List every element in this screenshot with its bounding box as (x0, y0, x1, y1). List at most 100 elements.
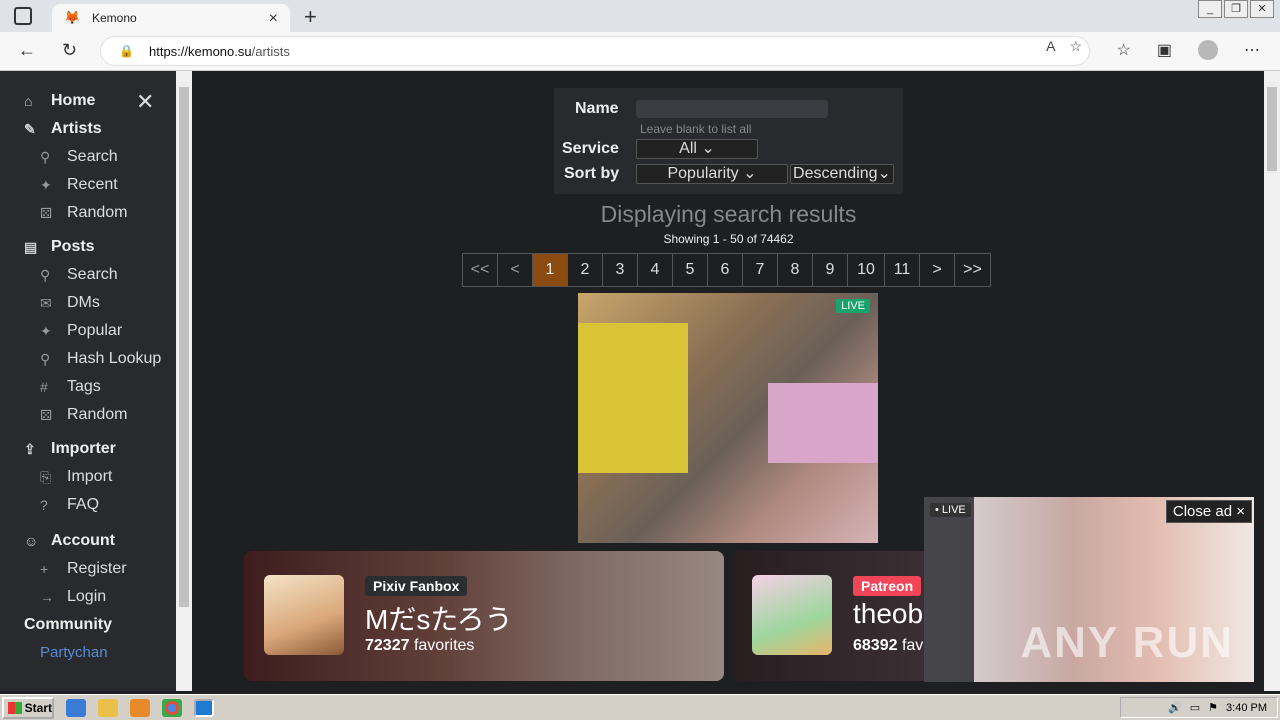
page-3[interactable]: 3 (602, 253, 638, 287)
refresh-icon[interactable]: ↻ (62, 40, 77, 61)
media-player-icon[interactable] (130, 698, 150, 717)
posts-icon: ▤ (24, 238, 38, 255)
sidebar-scrollbar[interactable] (176, 71, 192, 691)
page-10[interactable]: 10 (847, 253, 885, 287)
sidebar-item-artists-search[interactable]: ⚲ Search (0, 143, 176, 171)
sidebar-item-artists-random[interactable]: ⚄ Random (0, 199, 176, 227)
collections-icon[interactable]: ▣ (1157, 40, 1172, 60)
sort-select[interactable]: Popularity ⌄ (636, 164, 788, 184)
close-ad-button[interactable]: Close ad × (1165, 500, 1252, 523)
main-scroll-thumb[interactable] (1267, 87, 1277, 171)
sidebar-item-dms[interactable]: ✉ DMs (0, 289, 176, 317)
name-hint: Leave blank to list all (640, 122, 752, 136)
artist-name: theob (853, 598, 924, 629)
system-tray: 🔊 ▭ ⚑ 3:40 PM (1120, 697, 1278, 718)
toolbar-icons: ☆ ▣ ⋯ (1117, 40, 1260, 60)
page-6[interactable]: 6 (707, 253, 743, 287)
random-icon: ⚄ (40, 204, 53, 221)
network-icon[interactable]: ▭ (1190, 701, 1200, 714)
sidebar-item-posts-random[interactable]: ⚄ Random (0, 401, 176, 429)
sidebar-link-partychan[interactable]: Partychan (0, 639, 176, 667)
page-9[interactable]: 9 (812, 253, 848, 287)
account-icon: ☺ (24, 533, 39, 549)
more-menu-icon[interactable]: ⋯ (1244, 40, 1260, 60)
browser-titlebar: 🦊 Kemono × + _ ❐ ✕ (0, 0, 1280, 32)
read-aloud-icon[interactable]: A (1046, 38, 1055, 55)
start-button[interactable]: Start (2, 696, 54, 719)
volume-icon[interactable]: 🔊 (1168, 701, 1182, 714)
live-badge: LIVE (836, 299, 870, 313)
url-text: https://kemono.su/artists (149, 43, 290, 59)
minimize-icon[interactable]: _ (1198, 0, 1222, 18)
main-scrollbar[interactable] (1264, 71, 1280, 691)
favorites-icon[interactable]: ☆ (1117, 40, 1131, 60)
url-field[interactable]: 🔒 https://kemono.su/artists (100, 36, 1090, 66)
page-11[interactable]: 11 (884, 253, 920, 287)
artist-avatar (264, 575, 344, 655)
name-input[interactable] (636, 100, 828, 118)
sidebar-item-tags[interactable]: # Tags (0, 373, 176, 401)
sidebar-posts[interactable]: ▤ Posts (0, 233, 176, 261)
page-4[interactable]: 4 (637, 253, 673, 287)
sidebar-item-login[interactable]: → Login (0, 583, 176, 611)
edge-icon[interactable] (194, 698, 214, 717)
page-7[interactable]: 7 (742, 253, 778, 287)
sparkle-icon: ✦ (40, 322, 52, 339)
favorites-count: 72327 favorites (365, 637, 475, 654)
artist-avatar (752, 575, 832, 655)
artist-name: Mだsたろう (365, 604, 513, 635)
floating-advertisement[interactable]: • LIVE Close ad × ANY RUN (924, 497, 1254, 682)
new-tab-button[interactable]: + (304, 4, 317, 30)
search-icon: ⚲ (40, 266, 51, 283)
tab-actions-icon[interactable] (14, 7, 32, 25)
sidebar-artists[interactable]: ✎ Artists (0, 115, 176, 143)
page-next[interactable]: > (919, 253, 955, 287)
tab-title: Kemono (92, 11, 137, 25)
sidebar-item-posts-search[interactable]: ⚲ Search (0, 261, 176, 289)
page-5[interactable]: 5 (672, 253, 708, 287)
sidebar-item-popular[interactable]: ✦ Popular (0, 317, 176, 345)
sidebar-item-artists-recent[interactable]: ✦ Recent (0, 171, 176, 199)
search-icon: ⚲ (40, 148, 51, 165)
anyrun-watermark: ANY RUN (1020, 618, 1234, 667)
page-8[interactable]: 8 (777, 253, 813, 287)
chrome-icon[interactable] (162, 698, 182, 717)
profile-avatar[interactable] (1198, 40, 1218, 60)
service-label: Service (562, 140, 619, 157)
browser-tab[interactable]: 🦊 Kemono × (52, 4, 290, 32)
ie-icon[interactable] (66, 698, 86, 717)
lock-icon[interactable]: 🔒 (119, 44, 134, 58)
add-favorite-icon[interactable]: ☆ (1069, 38, 1082, 55)
page-2[interactable]: 2 (567, 253, 603, 287)
service-select[interactable]: All ⌄ (636, 139, 758, 159)
sidebar-item-register[interactable]: + Register (0, 555, 176, 583)
clock[interactable]: 3:40 PM (1226, 702, 1267, 714)
url-icons: A ☆ (1046, 38, 1082, 55)
order-select[interactable]: Descending⌄ (790, 164, 894, 184)
page-first[interactable]: << (462, 253, 498, 287)
advertisement-video[interactable]: LIVE (578, 293, 878, 543)
sidebar-importer[interactable]: ⇪ Importer (0, 435, 176, 463)
windows-flag-icon (8, 701, 22, 714)
back-icon[interactable]: ← (18, 40, 36, 61)
chevron-down-icon: ⌄ (701, 140, 715, 157)
sidebar-item-import[interactable]: ⎘ Import (0, 463, 176, 491)
flag-icon[interactable]: ⚑ (1208, 701, 1218, 714)
folder-icon[interactable] (98, 698, 118, 717)
artist-card[interactable]: Pixiv Fanbox Mだsたろう 72327 favorites (244, 551, 724, 681)
sidebar-item-faq[interactable]: ? FAQ (0, 491, 176, 519)
sidebar: ⌂ Home ✕ ✎ Artists ⚲ Search ✦ Recent ⚄ Random… (0, 71, 176, 691)
random-icon: ⚄ (40, 406, 53, 423)
restore-icon[interactable]: ❐ (1224, 0, 1248, 18)
page-last[interactable]: >> (954, 253, 991, 287)
sidebar-account[interactable]: ☺ Account (0, 527, 176, 555)
artist-search-form: Name Leave blank to list all Service All… (554, 88, 903, 194)
service-badge: Pixiv Fanbox (365, 576, 468, 596)
tab-close-icon[interactable]: × (269, 10, 278, 28)
close-window-icon[interactable]: ✕ (1250, 0, 1274, 18)
page-1[interactable]: 1 (532, 253, 568, 287)
page-prev[interactable]: < (497, 253, 533, 287)
sidebar-item-hash-lookup[interactable]: ⚲ Hash Lookup (0, 345, 176, 373)
sidebar-close-icon[interactable]: ✕ (136, 89, 154, 115)
sidebar-scroll-thumb[interactable] (179, 87, 189, 607)
